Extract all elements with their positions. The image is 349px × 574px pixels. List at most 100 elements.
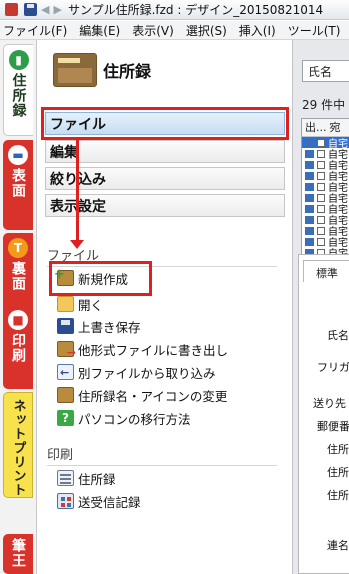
row-checkbox[interactable] <box>317 237 325 246</box>
import-item[interactable]: ← 別ファイルから取り込み <box>57 362 216 382</box>
menu-select[interactable]: 選択(S) <box>186 22 227 39</box>
back-arrow-icon[interactable]: ◀ <box>41 3 49 16</box>
save-icon[interactable] <box>24 3 37 16</box>
tab-front[interactable]: ▬ 表面 <box>3 140 33 230</box>
row-checkbox[interactable] <box>317 182 325 191</box>
print-address-book-item[interactable]: 住所録 <box>57 468 116 488</box>
tab-standard[interactable]: 標準 <box>303 260 349 282</box>
row-checkbox[interactable] <box>317 215 325 224</box>
row-checkbox[interactable] <box>317 204 325 213</box>
panel-title: 住所録 <box>103 62 152 81</box>
print-flag-icon <box>305 193 314 202</box>
export-item[interactable]: → 他形式ファイルに書き出し <box>57 339 228 359</box>
open-label: 開く <box>78 297 104 313</box>
open-item[interactable]: 開く <box>57 294 103 314</box>
right-pane: 氏名 29 件中 出... 宛 自宅自宅自宅自宅自宅自宅自宅自宅自宅自宅自宅自宅… <box>292 40 349 574</box>
migrate-label: パソコンの移行方法 <box>78 411 191 427</box>
book-icon <box>53 53 97 87</box>
tab-back-label: 裏面 <box>10 261 26 291</box>
back-tab-icon: T <box>8 238 28 258</box>
vertical-tab-bar: ▮ 住所録 ▬ 表面 T 裏面 ■ 印刷 ネットプリント 筆王 <box>0 40 36 574</box>
tab-print[interactable]: ■ 印刷 <box>3 305 33 389</box>
row-checkbox[interactable] <box>317 226 325 235</box>
window-title: サンプル住所録.fzd : デザイン_20150821014 <box>67 3 324 17</box>
category-display-settings-button[interactable]: 表示設定 <box>45 194 285 217</box>
tab-address-book-label: 住所録 <box>10 73 27 118</box>
tab-net-print-label: ネットプリント <box>10 399 26 497</box>
print-flag-icon <box>305 226 314 235</box>
label-address-3: 住所 <box>327 489 349 502</box>
tab-fudeo[interactable]: 筆王 <box>3 534 33 574</box>
print-address-book-label: 住所録 <box>78 471 116 487</box>
menu-edit[interactable]: 編集(E) <box>79 22 120 39</box>
menu-view[interactable]: 表示(V) <box>132 22 174 39</box>
tab-address-book[interactable]: ▮ 住所録 <box>3 44 33 136</box>
grid-rows: 自宅自宅自宅自宅自宅自宅自宅自宅自宅自宅自宅自宅 <box>302 137 349 271</box>
rename-label: 住所録名・アイコンの変更 <box>78 388 228 404</box>
print-flag-icon <box>305 215 314 224</box>
highlight-box-new-file <box>49 261 152 296</box>
label-destination: 送り先 <box>313 397 346 410</box>
name-field-select[interactable]: 氏名 <box>302 60 349 82</box>
address-book-panel: 住所録 ファイル 編集 絞り込み 表示設定 ファイル + 新規作成 開く 上書き… <box>36 40 292 574</box>
menu-file[interactable]: ファイル(F) <box>3 22 67 39</box>
row-checkbox[interactable] <box>317 160 325 169</box>
highlight-arrow-line <box>76 140 79 244</box>
front-tab-icon: ▬ <box>8 145 28 165</box>
print-flag-icon <box>305 149 314 158</box>
save-label: 上書き保存 <box>78 319 141 335</box>
menu-insert[interactable]: 挿入(I) <box>239 22 276 39</box>
row-checkbox[interactable] <box>317 171 325 180</box>
import-label: 別ファイルから取り込み <box>78 365 216 381</box>
label-name: 氏名 <box>327 329 349 342</box>
menu-tools[interactable]: ツール(T) <box>288 22 341 39</box>
label-postal: 郵便番 <box>317 420 349 433</box>
print-section-heading: 印刷 <box>47 444 277 466</box>
row-checkbox[interactable] <box>317 138 325 147</box>
grid-header-destination[interactable]: 宛 <box>327 119 341 136</box>
open-folder-icon <box>57 296 74 312</box>
row-checkbox[interactable] <box>317 193 325 202</box>
grid-header-output[interactable]: 出... <box>302 119 327 136</box>
print-flag-icon <box>305 204 314 213</box>
panel-header: 住所録 <box>37 40 292 100</box>
forward-arrow-icon[interactable]: ▶ <box>53 3 61 16</box>
help-icon: ? <box>57 410 74 426</box>
print-flag-icon <box>305 182 314 191</box>
address-book-tab-icon: ▮ <box>8 50 29 70</box>
highlight-box-file <box>41 107 289 140</box>
print-tab-icon: ■ <box>8 310 28 330</box>
book-edit-icon <box>57 387 74 403</box>
menu-bar: ファイル(F) 編集(E) 表示(V) 選択(S) 挿入(I) ツール(T) <box>0 21 349 40</box>
rename-item[interactable]: 住所録名・アイコンの変更 <box>57 385 227 405</box>
print-flag-icon <box>305 160 314 169</box>
export-label: 他形式ファイルに書き出し <box>78 342 229 358</box>
row-checkbox[interactable] <box>317 149 325 158</box>
print-flag-icon <box>305 138 314 147</box>
tab-front-label: 表面 <box>10 168 26 198</box>
title-bar: ◀ ▶ サンプル住所録.fzd : デザイン_20150821014 <box>0 0 349 20</box>
save-item[interactable]: 上書き保存 <box>57 316 141 336</box>
send-receive-log-item[interactable]: 送受信記録 <box>57 491 141 511</box>
tab-net-print[interactable]: ネットプリント <box>3 392 33 498</box>
tab-fudeo-label: 筆王 <box>10 538 26 568</box>
app-icon[interactable] <box>5 3 18 16</box>
label-address-2: 住所 <box>327 466 349 479</box>
tab-print-label: 印刷 <box>10 333 26 363</box>
category-edit-button[interactable]: 編集 <box>45 140 285 163</box>
send-receive-log-label: 送受信記録 <box>78 494 141 510</box>
label-joint-name: 連名 <box>327 539 349 552</box>
record-count: 29 件中 <box>302 98 346 112</box>
record-grid[interactable]: 出... 宛 自宅自宅自宅自宅自宅自宅自宅自宅自宅自宅自宅自宅 <box>301 118 349 271</box>
migrate-item[interactable]: ? パソコンの移行方法 <box>57 408 191 428</box>
category-filter-button[interactable]: 絞り込み <box>45 167 285 190</box>
detail-panel: 標準 氏名 フリガナ 送り先 郵便番 住所 住所 住所 連名 <box>298 254 349 574</box>
send-log-icon <box>57 493 74 509</box>
label-furigana: フリガナ <box>317 361 349 374</box>
print-list-icon <box>57 470 74 486</box>
print-flag-icon <box>305 237 314 246</box>
import-icon: ← <box>57 364 74 380</box>
floppy-save-icon <box>57 318 74 334</box>
print-flag-icon <box>305 171 314 180</box>
export-icon: → <box>57 341 76 359</box>
